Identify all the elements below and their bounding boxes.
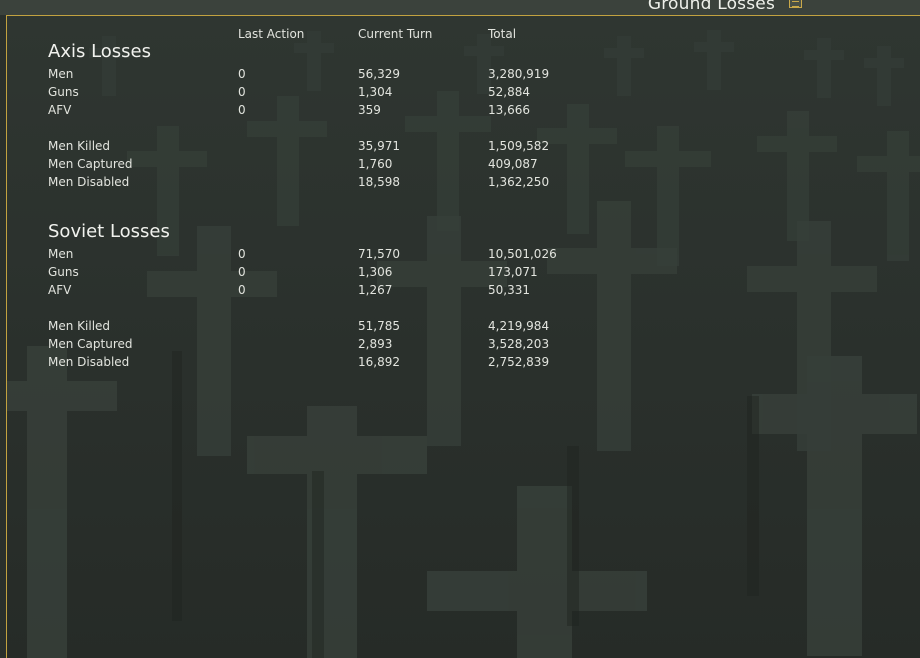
total-value: 50,331 [488,283,530,297]
row-label: Men Disabled [48,175,130,189]
column-header-current-turn: Current Turn [358,27,433,41]
table-row: Guns 0 1,306 173,071 [7,263,920,281]
soviet-losses-title: Soviet Losses [48,221,170,242]
current-turn-value: 56,329 [358,67,400,81]
last-action-value: 0 [238,247,246,261]
table-row: Men 0 56,329 3,280,919 [7,65,920,83]
last-action-value: 0 [238,67,246,81]
report-icon[interactable] [789,0,802,8]
column-header-last-action: Last Action [238,27,305,41]
table-row: Men Killed 35,971 1,509,582 [7,137,920,155]
table-row: Men Disabled 16,892 2,752,839 [7,353,920,371]
last-action-value: 0 [238,103,246,117]
row-label: Men [48,247,74,261]
current-turn-value: 18,598 [358,175,400,189]
current-turn-value: 2,893 [358,337,393,351]
table-row: Men Killed 51,785 4,219,984 [7,317,920,335]
row-label: AFV [48,283,72,297]
column-header-total: Total [488,27,517,41]
row-label: AFV [48,103,72,117]
total-value: 52,884 [488,85,530,99]
current-turn-value: 16,892 [358,355,400,369]
total-value: 4,219,984 [488,319,550,333]
row-label: Men Killed [48,139,111,153]
table-row: Guns 0 1,304 52,884 [7,83,920,101]
current-turn-value: 1,760 [358,157,393,171]
table-row: Men Disabled 18,598 1,362,250 [7,173,920,191]
total-value: 10,501,026 [488,247,557,261]
last-action-value: 0 [238,85,246,99]
row-label: Guns [48,265,79,279]
row-label: Men Captured [48,337,133,351]
last-action-value: 0 [238,265,246,279]
total-value: 1,509,582 [488,139,550,153]
table-row: AFV 0 359 13,666 [7,101,920,119]
total-value: 173,071 [488,265,538,279]
table-row: Men 0 71,570 10,501,026 [7,245,920,263]
ground-losses-panel: Last Action Current Turn Total Axis Loss… [6,15,920,658]
total-value: 2,752,839 [488,355,550,369]
row-label: Men [48,67,74,81]
last-action-value: 0 [238,283,246,297]
total-value: 13,666 [488,103,530,117]
axis-losses-title: Axis Losses [48,41,151,62]
window-title-bar: Ground Losses [0,0,920,15]
window-title: Ground Losses [647,0,775,14]
current-turn-value: 51,785 [358,319,400,333]
total-value: 3,528,203 [488,337,550,351]
losses-table: Last Action Current Turn Total Axis Loss… [7,16,920,658]
row-label: Men Killed [48,319,111,333]
total-value: 409,087 [488,157,538,171]
row-label: Men Disabled [48,355,130,369]
current-turn-value: 35,971 [358,139,400,153]
current-turn-value: 1,306 [358,265,393,279]
current-turn-value: 71,570 [358,247,400,261]
current-turn-value: 1,304 [358,85,393,99]
row-label: Guns [48,85,79,99]
table-row: Men Captured 2,893 3,528,203 [7,335,920,353]
total-value: 1,362,250 [488,175,550,189]
total-value: 3,280,919 [488,67,550,81]
current-turn-value: 359 [358,103,381,117]
table-row: Men Captured 1,760 409,087 [7,155,920,173]
current-turn-value: 1,267 [358,283,393,297]
table-row: AFV 0 1,267 50,331 [7,281,920,299]
row-label: Men Captured [48,157,133,171]
